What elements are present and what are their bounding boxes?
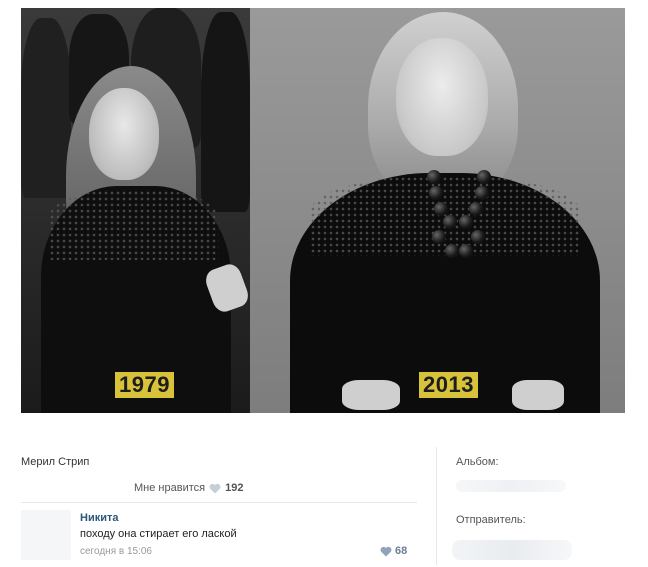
sender-name-redacted	[452, 540, 572, 560]
comment-text: походу она стирает его лаской	[80, 528, 237, 540]
comment-timestamp[interactable]: сегодня в 15:06	[80, 546, 152, 557]
background-figure	[21, 18, 71, 198]
heart-icon	[209, 483, 221, 493]
like-button[interactable]: Мне нравится 192	[134, 482, 243, 494]
necklace-bead	[429, 186, 443, 200]
necklace-bead	[459, 244, 473, 258]
hand	[342, 380, 400, 410]
photo-collage[interactable]: 1979 2013	[21, 8, 625, 413]
lace-yoke	[49, 190, 219, 260]
avatar[interactable]	[21, 510, 71, 560]
photo-panel-2013: 2013	[250, 8, 625, 413]
necklace-bead	[471, 230, 485, 244]
necklace-bead	[459, 215, 473, 229]
necklace-bead	[477, 170, 491, 184]
necklace-bead	[434, 202, 448, 216]
necklace-bead	[469, 202, 483, 216]
photo-caption: Мерил Стрип	[21, 456, 90, 468]
sender-label: Отправитель:	[456, 514, 526, 526]
like-label: Мне нравится	[134, 482, 206, 494]
necklace-bead	[445, 244, 459, 258]
face	[89, 88, 159, 180]
necklace-bead	[443, 215, 457, 229]
photo-post-view: 1979 2013 Мерил Стрип Мне нравится 192 Н…	[0, 0, 648, 567]
divider	[21, 502, 417, 503]
comment-like-button[interactable]: 68	[380, 545, 407, 557]
background-figure	[201, 12, 250, 212]
hand	[512, 380, 564, 410]
necklace-bead	[475, 186, 489, 200]
album-label: Альбом:	[456, 456, 499, 468]
year-label-2013: 2013	[419, 372, 478, 398]
like-count: 192	[225, 482, 244, 494]
necklace-bead	[427, 170, 441, 184]
year-label-1979: 1979	[115, 372, 174, 398]
column-divider	[436, 447, 437, 565]
heart-icon	[380, 546, 392, 556]
comment-author[interactable]: Никита	[80, 512, 118, 524]
comment-like-count: 68	[395, 545, 408, 557]
face	[396, 38, 488, 156]
album-name-redacted	[456, 480, 566, 492]
photo-panel-1979: 1979	[21, 8, 250, 413]
necklace-bead	[432, 230, 446, 244]
